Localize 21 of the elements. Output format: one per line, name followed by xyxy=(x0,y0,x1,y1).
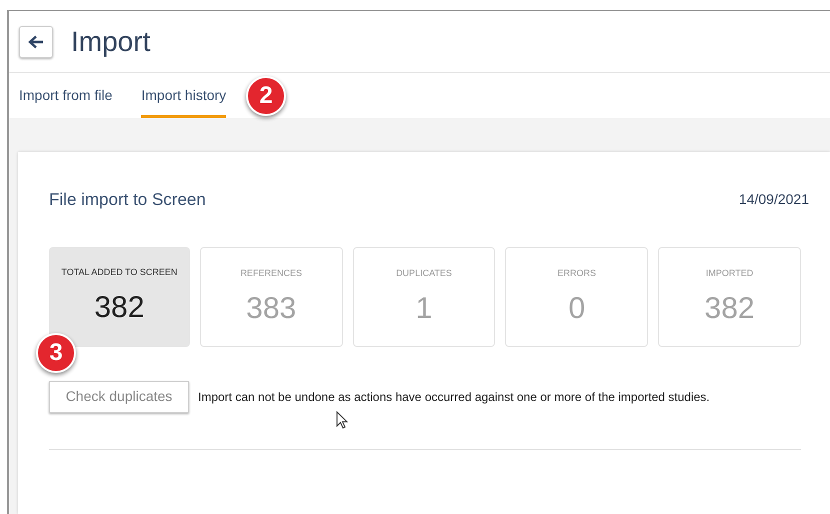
undo-warning-message: Import can not be undone as actions have occurred against one or more of the imported studies. xyxy=(198,388,710,406)
stat-value: 382 xyxy=(704,291,755,327)
stat-value: 1 xyxy=(416,291,432,327)
stat-value: 382 xyxy=(94,290,144,326)
stat-label: IMPORTED xyxy=(706,266,754,280)
stat-value: 0 xyxy=(568,291,586,327)
back-button[interactable] xyxy=(19,26,53,58)
step-number-badge: 2 xyxy=(246,76,286,116)
page-title: Import xyxy=(71,24,150,59)
stat-label: REFERENCES xyxy=(240,266,302,280)
stat-label: ERRORS xyxy=(558,266,596,280)
mouse-pointer-icon xyxy=(336,411,348,429)
stat-value: 383 xyxy=(246,291,296,327)
import-title: File import to Screen xyxy=(49,189,206,211)
stat-label: TOTAL ADDED TO SCREEN xyxy=(61,266,178,278)
stat-label: DUPLICATES xyxy=(396,266,452,280)
back-arrow-icon xyxy=(28,34,44,48)
tab[interactable]: Import from file xyxy=(19,73,112,118)
step-number-badge: 3 xyxy=(36,333,76,373)
import-date: 14/09/2021 xyxy=(738,190,809,210)
check-duplicates-button[interactable]: Check duplicates xyxy=(49,380,189,412)
